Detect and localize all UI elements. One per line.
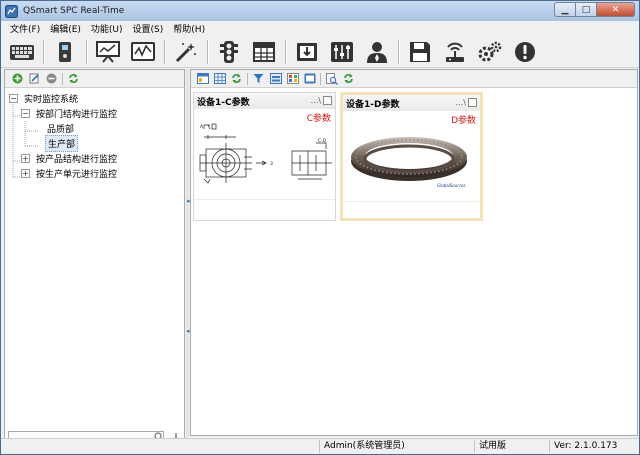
edit-icon[interactable] <box>28 72 41 85</box>
app-window: QSmart SPC Real-Time ▁ □ ✕ 文件(F) 编辑(E) 功… <box>0 0 640 455</box>
toolbar-separator <box>247 72 248 85</box>
card-more-button[interactable]: ...\ <box>456 98 466 107</box>
tree-node-unit[interactable]: + 按生产单元进行监控 <box>5 166 184 181</box>
menu-bar: 文件(F) 编辑(E) 功能(U) 设置(S) 帮助(H) <box>1 21 639 36</box>
card-divider <box>194 199 335 200</box>
tree-node-root[interactable]: − 实时监控系统 <box>5 91 184 106</box>
monitor-chart-icon[interactable] <box>129 38 157 66</box>
palette-icon[interactable] <box>286 72 299 85</box>
svg-text:C-D: C-D <box>318 138 327 144</box>
tree-node-product[interactable]: + 按产品结构进行监控 <box>5 151 184 166</box>
filter-icon[interactable] <box>252 72 265 85</box>
keyboard-icon[interactable] <box>8 38 36 66</box>
card-title: 设备1-C参数 <box>197 97 250 108</box>
chart-card-selected[interactable]: 设备1-D参数 ...\ D参数 GlobalSources <box>340 92 483 221</box>
toolbar-separator <box>86 39 87 64</box>
card-select-checkbox[interactable] <box>323 96 332 105</box>
panel-icon[interactable] <box>303 72 316 85</box>
monitor-tree: − 实时监控系统 − 按部门结构进行监控 品质部 生产部 + 按产品结构进行监控… <box>5 88 184 181</box>
chart-toolbar <box>191 70 637 88</box>
window-icon[interactable] <box>269 72 282 85</box>
close-button[interactable]: ✕ <box>597 2 635 17</box>
tree-node-department[interactable]: − 按部门结构进行监控 <box>5 106 184 121</box>
tree-label-department: 按部门结构进行监控 <box>36 110 118 120</box>
title-bar[interactable]: QSmart SPC Real-Time ▁ □ ✕ <box>1 1 639 21</box>
layout-icon[interactable] <box>196 72 209 85</box>
card-tools: ...\ <box>311 96 332 105</box>
chart-panel: 设备1-C参数 ...\ C参数 A 3 C-D 设备1-D参数 ...\ D参… <box>190 69 638 436</box>
minimize-button[interactable]: ▁ <box>554 2 576 17</box>
svg-text:3: 3 <box>270 161 273 167</box>
tree-node-production[interactable]: 生产部 <box>5 135 184 152</box>
remove-icon[interactable] <box>45 72 58 85</box>
status-bar: Admin(系统管理员) 试用版 Ver: 2.1.0.173 <box>1 438 639 454</box>
app-logo-icon <box>5 4 18 18</box>
tree-label-quality: 品质部 <box>47 125 75 135</box>
tree-label-root: 实时监控系统 <box>24 95 79 105</box>
svg-text:GlobalSources: GlobalSources <box>437 183 466 188</box>
sync-icon[interactable] <box>342 72 355 85</box>
expand-icon[interactable]: + <box>21 169 30 178</box>
toolbar-separator <box>43 39 44 64</box>
toolbar-separator <box>398 39 399 64</box>
traffic-light-icon[interactable] <box>215 38 243 66</box>
svg-text:A: A <box>200 124 204 130</box>
device-icon[interactable] <box>51 38 79 66</box>
menu-file[interactable]: 文件(F) <box>5 22 45 35</box>
menu-settings[interactable]: 设置(S) <box>128 22 169 35</box>
maximize-button[interactable]: □ <box>576 2 597 17</box>
menu-help[interactable]: 帮助(H) <box>168 22 210 35</box>
sliders-icon[interactable] <box>328 38 356 66</box>
menu-function[interactable]: 功能(U) <box>86 22 128 35</box>
slewing-bearing-image: GlobalSources <box>345 123 481 200</box>
grid-view-icon[interactable] <box>213 72 226 85</box>
toolbar-separator <box>207 39 208 64</box>
main-toolbar <box>1 36 639 68</box>
status-empty <box>189 440 319 453</box>
collapse-icon[interactable]: − <box>21 109 30 118</box>
toolbar-separator <box>285 39 286 64</box>
presentation-icon[interactable] <box>94 38 122 66</box>
tree-toolbar <box>5 70 184 88</box>
collapse-left-arrow-icon[interactable]: ◂ <box>186 327 190 335</box>
card-more-button[interactable]: ...\ <box>311 96 321 105</box>
collapse-icon[interactable]: − <box>9 94 18 103</box>
refresh-icon[interactable] <box>230 72 243 85</box>
menu-edit[interactable]: 编辑(E) <box>45 22 86 35</box>
chart-card[interactable]: 设备1-C参数 ...\ C参数 A 3 C-D <box>193 92 336 221</box>
card-tools: ...\ <box>456 98 477 107</box>
tree-node-quality[interactable]: 品质部 <box>5 121 184 136</box>
panel-splitter[interactable]: ◂ ◂ <box>186 69 190 450</box>
card-header: 设备1-C参数 ...\ <box>194 93 335 109</box>
card-title: 设备1-D参数 <box>346 99 400 110</box>
toolbar-separator <box>320 72 321 85</box>
magic-wand-icon[interactable] <box>172 38 200 66</box>
status-version: Ver: 2.1.0.173 <box>549 440 637 453</box>
status-edition: 试用版 <box>474 440 549 453</box>
window-title: QSmart SPC Real-Time <box>23 6 125 16</box>
alert-icon[interactable] <box>511 38 539 66</box>
table-icon[interactable] <box>250 38 278 66</box>
import-icon[interactable] <box>293 38 321 66</box>
status-user: Admin(系统管理员) <box>319 440 474 453</box>
expand-icon[interactable]: + <box>21 154 30 163</box>
toolbar-separator <box>164 39 165 64</box>
collapse-left-arrow-icon[interactable]: ◂ <box>186 197 190 205</box>
gears-icon[interactable] <box>476 38 504 66</box>
tree-label-product: 按产品结构进行监控 <box>36 155 118 165</box>
tree-label-unit: 按生产单元进行监控 <box>36 170 118 180</box>
zoom-icon[interactable] <box>325 72 338 85</box>
card-divider <box>343 201 480 202</box>
tree-panel: − 实时监控系统 − 按部门结构进行监控 品质部 生产部 + 按产品结构进行监控… <box>4 69 185 450</box>
wireless-icon[interactable] <box>441 38 469 66</box>
card-select-checkbox[interactable] <box>468 98 477 107</box>
tree-label-production: 生产部 <box>45 135 79 152</box>
save-icon[interactable] <box>406 38 434 66</box>
card-header: 设备1-D参数 ...\ <box>343 95 480 111</box>
user-icon[interactable] <box>363 38 391 66</box>
technical-drawing-image: A 3 C-D <box>196 121 334 198</box>
toolbar-separator <box>62 72 63 85</box>
add-icon[interactable] <box>11 72 24 85</box>
refresh-icon[interactable] <box>67 72 80 85</box>
